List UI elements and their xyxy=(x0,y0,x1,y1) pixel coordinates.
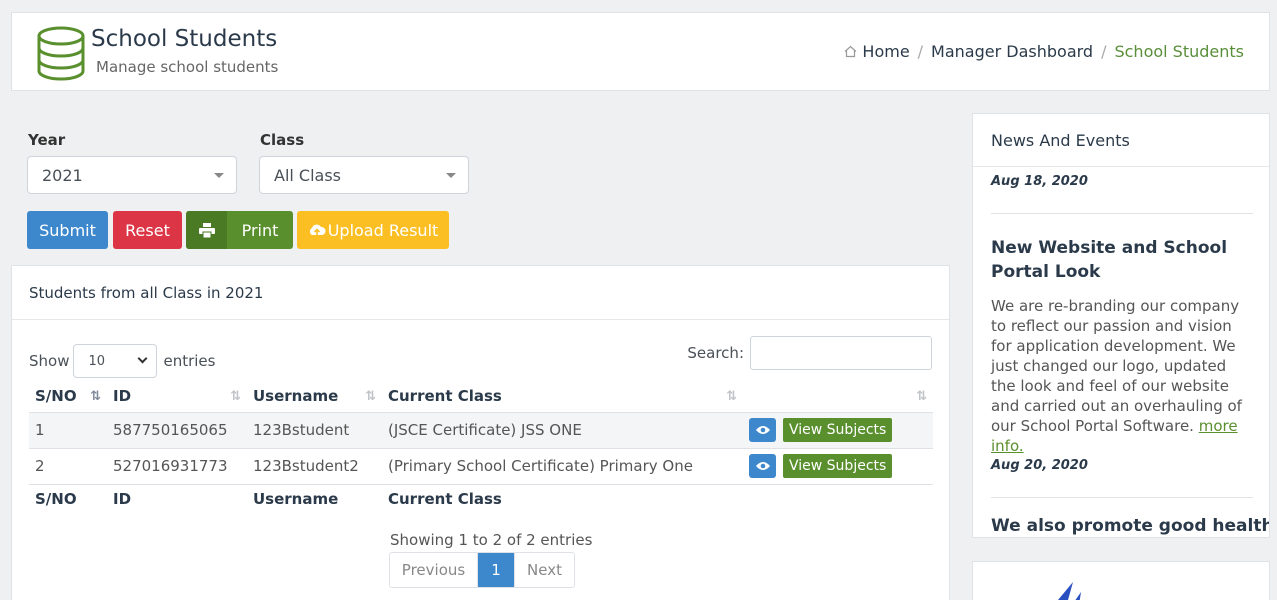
cell-username: 123Bstudent2 xyxy=(247,448,382,485)
cell-actions: View Subjects xyxy=(743,448,933,485)
class-select[interactable]: All Class xyxy=(259,156,469,194)
cell-username: 123Bstudent xyxy=(247,412,382,449)
column-header-username[interactable]: Username ⇅ xyxy=(247,380,382,413)
sort-icon: ⇅ xyxy=(916,389,927,404)
students-card: Students from all Class in 2021 Show 10 … xyxy=(11,265,950,600)
chevron-down-icon xyxy=(138,353,148,364)
pagination-page-1[interactable]: 1 xyxy=(478,553,514,587)
eye-icon xyxy=(755,426,770,434)
cell-id: 587750165065 xyxy=(107,412,247,449)
news-item-title: New Website and School Portal Look xyxy=(991,238,1228,282)
sidebar-panel xyxy=(972,561,1270,600)
print-button[interactable]: Print xyxy=(186,211,293,249)
news-date: Aug 18, 2020 xyxy=(991,174,1088,189)
column-header-actions[interactable]: ⇅ xyxy=(743,380,933,413)
footer-actions xyxy=(743,484,933,514)
page-subtitle: Manage school students xyxy=(96,58,279,76)
pagination: Previous 1 Next xyxy=(389,552,575,588)
footer-id: ID xyxy=(113,490,132,509)
logo-image xyxy=(1058,582,1081,600)
column-header-sno[interactable]: S/NO ⇅ xyxy=(29,380,107,413)
search-label: Search: xyxy=(687,344,744,362)
search-input[interactable] xyxy=(750,336,932,370)
printer-icon xyxy=(186,211,227,249)
show-label: Show xyxy=(29,352,70,370)
home-icon xyxy=(845,45,857,58)
cell-sno: 1 xyxy=(29,412,107,449)
news-date: Aug 20, 2020 xyxy=(991,458,1088,473)
divider xyxy=(991,497,1253,498)
print-button-label: Print xyxy=(241,220,279,240)
students-table: S/NO ⇅ ID ⇅ Username ⇅ Current Class ⇅ ⇅ 1 5… xyxy=(29,380,933,514)
caret-down-icon xyxy=(446,173,456,178)
news-item-title: We also promote good health xyxy=(991,516,1270,536)
footer-username: Username xyxy=(253,490,339,509)
view-subjects-button[interactable]: View Subjects xyxy=(783,418,893,442)
entries-select[interactable]: 10 xyxy=(73,344,158,378)
year-label: Year xyxy=(28,131,66,149)
breadcrumb: Home / Manager Dashboard / School Studen… xyxy=(844,42,1244,61)
cell-current-class: (JSCE Certificate) JSS ONE xyxy=(382,412,743,449)
news-panel: News And Events Aug 18, 2020 New Website… xyxy=(972,113,1270,538)
news-heading: News And Events xyxy=(973,114,1269,167)
sort-icon: ⇅ xyxy=(726,389,737,404)
year-select-value: 2021 xyxy=(42,165,83,185)
cell-current-class: (Primary School Certificate) Primary One xyxy=(382,448,743,485)
sort-icon: ⇅ xyxy=(365,389,376,404)
news-item-text: We are re-branding our company to reflec… xyxy=(991,297,1242,455)
cloud-upload-icon xyxy=(309,224,326,236)
table-footer-row: S/NO ID Username Current Class xyxy=(29,484,933,514)
pagination-previous[interactable]: Previous xyxy=(390,553,478,587)
table-row: 1 587750165065 123Bstudent (JSCE Certifi… xyxy=(29,412,933,449)
divider xyxy=(991,213,1253,214)
class-select-value: All Class xyxy=(274,165,342,185)
footer-current-class: Current Class xyxy=(388,490,502,509)
caret-down-icon xyxy=(214,173,224,178)
column-header-id[interactable]: ID ⇅ xyxy=(107,380,247,413)
table-info: Showing 1 to 2 of 2 entries xyxy=(390,531,593,549)
search-control: Search: xyxy=(687,336,932,370)
breadcrumb-home[interactable]: Home xyxy=(862,42,909,61)
database-icon xyxy=(37,26,85,81)
sort-icon: ⇅ xyxy=(230,389,241,404)
cell-sno: 2 xyxy=(29,448,107,485)
class-label: Class xyxy=(260,131,305,149)
sort-asc-icon: ⇅ xyxy=(90,389,101,404)
cell-id: 527016931773 xyxy=(107,448,247,485)
upload-result-label: Upload Result xyxy=(327,220,439,240)
table-row: 2 527016931773 123Bstudent2 (Primary Sch… xyxy=(29,448,933,485)
view-eye-button[interactable] xyxy=(749,418,776,442)
page-title: School Students xyxy=(91,26,278,52)
eye-icon xyxy=(755,462,770,470)
breadcrumb-separator: / xyxy=(917,42,924,61)
submit-button[interactable]: Submit xyxy=(27,211,108,249)
view-subjects-button[interactable]: View Subjects xyxy=(783,454,893,478)
footer-sno: S/NO xyxy=(35,490,77,509)
entries-length-control: Show 10 entries xyxy=(29,344,215,378)
pagination-next[interactable]: Next xyxy=(514,553,574,587)
column-header-current-class[interactable]: Current Class ⇅ xyxy=(382,380,743,413)
year-select[interactable]: 2021 xyxy=(27,156,237,194)
view-eye-button[interactable] xyxy=(749,454,776,478)
breadcrumb-manager-dashboard[interactable]: Manager Dashboard xyxy=(931,42,1093,61)
entries-select-value: 10 xyxy=(88,353,106,369)
breadcrumb-current: School Students xyxy=(1114,42,1244,61)
upload-result-button[interactable]: Upload Result xyxy=(297,211,449,249)
entries-label: entries xyxy=(163,352,216,370)
page-header: School Students Manage school students H… xyxy=(11,12,1270,91)
news-list[interactable]: Aug 18, 2020 New Website and School Port… xyxy=(991,174,1270,536)
breadcrumb-separator: / xyxy=(1101,42,1107,61)
reset-button[interactable]: Reset xyxy=(113,211,182,249)
cell-actions: View Subjects xyxy=(743,412,933,449)
students-card-title: Students from all Class in 2021 xyxy=(12,266,949,320)
